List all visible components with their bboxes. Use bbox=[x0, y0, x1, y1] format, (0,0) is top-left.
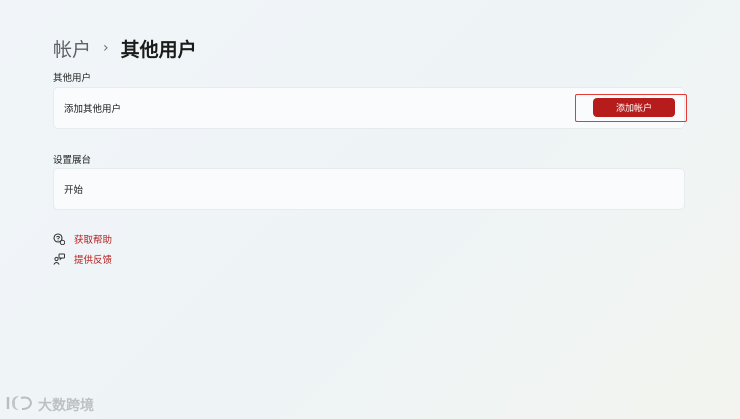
breadcrumb-parent-accounts[interactable]: 帐户 bbox=[53, 35, 91, 62]
help-chat-icon bbox=[53, 233, 65, 245]
breadcrumb-separator: › bbox=[103, 40, 109, 56]
feedback-link[interactable]: 提供反馈 bbox=[74, 252, 112, 266]
feedback-icon bbox=[53, 253, 65, 265]
breadcrumb: 帐户 › 其他用户 bbox=[53, 35, 197, 61]
get-help-link-row[interactable]: 获取帮助 bbox=[53, 232, 112, 246]
section-label-other-users: 其他用户 bbox=[53, 73, 92, 84]
feedback-link-row[interactable]: 提供反馈 bbox=[53, 252, 112, 266]
watermark: 大数跨境 bbox=[6, 394, 94, 416]
watermark-text: 大数跨境 bbox=[38, 398, 94, 414]
watermark-logo-icon bbox=[6, 394, 34, 416]
add-account-button[interactable]: 添加帐户 bbox=[593, 98, 675, 117]
add-other-user-text: 添加其他用户 bbox=[64, 104, 122, 115]
section-label-kiosk: 设置展台 bbox=[53, 155, 92, 166]
page-title: 其他用户 bbox=[120, 38, 197, 61]
kiosk-start-card[interactable]: 开始 bbox=[53, 168, 685, 210]
get-help-link[interactable]: 获取帮助 bbox=[74, 232, 112, 246]
kiosk-start-text: 开始 bbox=[64, 185, 84, 196]
